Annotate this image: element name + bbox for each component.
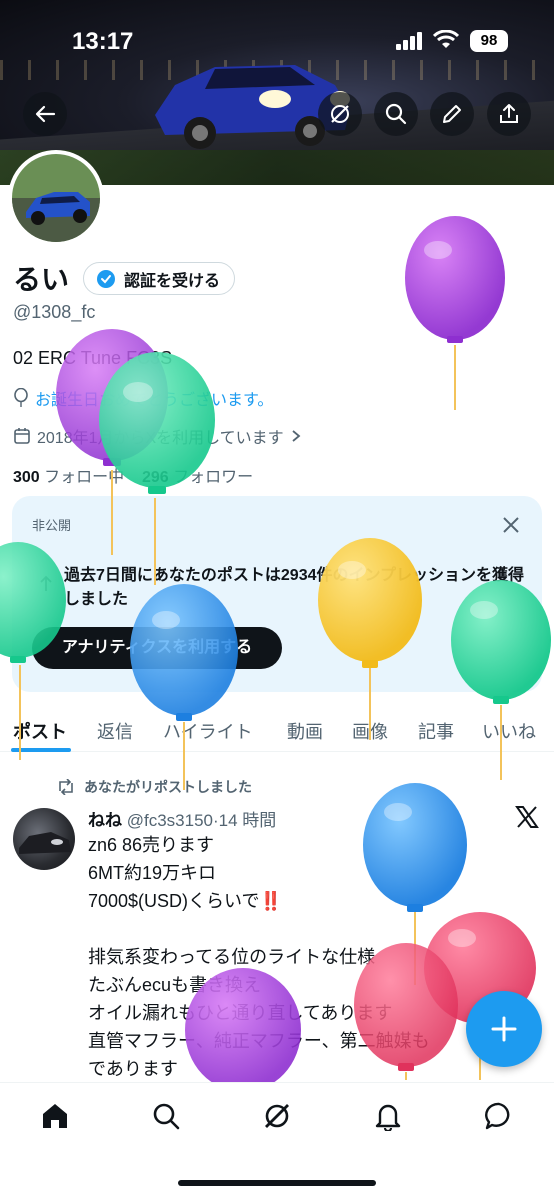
back-button[interactable] — [23, 92, 67, 136]
repost-indicator: あなたがリポストしました — [56, 777, 252, 797]
balloon-icon — [14, 388, 28, 407]
home-icon[interactable] — [40, 1101, 70, 1131]
profile-avatar[interactable] — [8, 150, 104, 246]
x-logo-icon[interactable] — [515, 806, 539, 828]
back-arrow-icon — [35, 105, 56, 123]
grok-icon[interactable] — [262, 1101, 292, 1131]
avatar-image — [12, 154, 100, 242]
grok-button[interactable] — [318, 92, 362, 136]
edit-pencil-icon — [443, 105, 461, 123]
followers-link[interactable]: 296 フォロワー — [142, 469, 253, 486]
post-text: zn6 86売ります 6MT約19万キロ 7000$(USD)くらいで‼️ 排気… — [88, 835, 430, 1079]
post-author-handle[interactable]: @fc3s3150 — [127, 811, 213, 830]
get-verified-label: 認証を受ける — [124, 272, 221, 290]
followers-count: 296 — [141, 469, 169, 486]
tab-videos[interactable]: 動画 — [287, 718, 323, 744]
tab-posts[interactable]: ポスト — [13, 718, 67, 744]
active-tab-indicator — [11, 748, 71, 752]
home-indicator — [178, 1180, 376, 1186]
cellular-signal-icon — [396, 32, 422, 50]
post-author-name[interactable]: ねね — [88, 811, 122, 830]
private-analytics-card: 非公開 過去7日間にあなたのポストは2934件のインプレッションを獲得しました … — [12, 496, 542, 692]
repost-label: あなたがリポストしました — [84, 779, 252, 795]
analytics-button[interactable]: アナリティクスを利用する — [32, 627, 282, 669]
tab-articles[interactable]: 記事 — [418, 718, 454, 744]
followers-label: フォロワー — [173, 469, 254, 486]
trend-arrow-icon — [40, 575, 52, 591]
profile-bio: 02 ERC Tune FC3S — [13, 348, 173, 368]
share-button[interactable] — [487, 92, 531, 136]
post-header: ねね @fc3s3150·14 時間 — [88, 806, 276, 831]
status-bar: 13:17 98 — [0, 0, 554, 80]
repost-icon — [59, 779, 73, 795]
impressions-message: 過去7日間にあなたのポストは2934件のインプレッションを獲得しました — [64, 567, 525, 608]
edit-button[interactable] — [430, 92, 474, 136]
tab-replies[interactable]: 返信 — [97, 718, 133, 744]
profile-tabs: ポスト 返信 ハイライト 動画 画像 記事 いいね — [0, 704, 554, 752]
status-time: 13:17 — [72, 28, 134, 55]
battery-indicator: 98 — [470, 30, 508, 52]
compose-post-button[interactable] — [466, 991, 542, 1067]
wifi-icon — [433, 30, 459, 48]
following-label: フォロー中 — [44, 469, 125, 486]
chevron-right-icon — [292, 430, 301, 442]
messages-icon[interactable] — [484, 1101, 514, 1131]
close-icon[interactable] — [502, 516, 520, 534]
post-time: 14 時間 — [218, 811, 277, 830]
tab-likes[interactable]: いいね — [482, 718, 536, 744]
balloon-purple-1 — [405, 216, 505, 410]
birthday-row[interactable]: お誕生日おめでとうございます。 — [13, 386, 273, 410]
joined-text: 2018年1月からXを利用しています — [37, 430, 284, 447]
verified-badge-icon — [97, 269, 115, 288]
plus-icon — [491, 1016, 517, 1042]
get-verified-button[interactable]: 認証を受ける — [83, 262, 236, 295]
profile-handle: @1308_fc — [13, 302, 96, 322]
notifications-bell-icon[interactable] — [373, 1101, 403, 1131]
following-link[interactable]: 300 フォロー中 — [13, 469, 124, 486]
grok-icon — [331, 105, 349, 123]
birthday-text: お誕生日おめでとうございます。 — [35, 392, 274, 409]
search-icon — [385, 103, 407, 125]
search-icon[interactable] — [151, 1101, 181, 1131]
private-label: 非公開 — [32, 518, 72, 533]
search-button[interactable] — [374, 92, 418, 136]
tab-highlights[interactable]: ハイライト — [163, 718, 253, 744]
follow-stats: 300 フォロー中 296 フォロワー — [13, 463, 253, 487]
tab-images[interactable]: 画像 — [352, 718, 388, 744]
post-avatar-image — [19, 832, 71, 854]
post-author-avatar[interactable] — [13, 808, 75, 870]
profile-name: るい — [13, 264, 70, 295]
following-count: 300 — [13, 469, 40, 486]
joined-row[interactable]: 2018年1月からXを利用しています — [13, 424, 302, 448]
calendar-icon — [14, 428, 30, 444]
share-icon — [500, 104, 518, 123]
